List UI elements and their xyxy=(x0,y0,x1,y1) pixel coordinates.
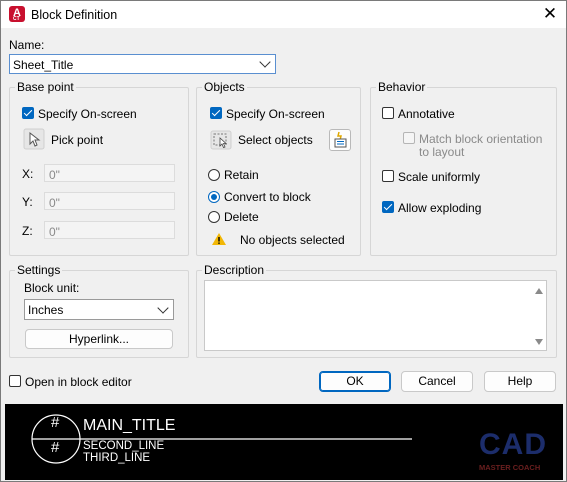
match-orientation-label-line1: Match block orientation xyxy=(419,132,543,146)
delete-label: Delete xyxy=(224,210,259,224)
close-icon[interactable]: ✕ xyxy=(540,4,560,24)
block-definition-dialog: A CT Block Definition ✕ Name: Sheet_Title… xyxy=(0,0,567,482)
pick-point-icon[interactable] xyxy=(23,128,45,150)
objects-title: Objects xyxy=(204,80,245,94)
z-label: Z: xyxy=(22,224,33,238)
retain-label: Retain xyxy=(224,168,259,182)
name-value: Sheet_Title xyxy=(13,58,74,72)
cancel-button[interactable]: Cancel xyxy=(401,371,473,392)
y-coordinate-field[interactable]: 0" xyxy=(44,192,175,210)
block-unit-select[interactable]: Inches xyxy=(24,299,174,320)
delete-radio[interactable] xyxy=(208,211,220,223)
name-combobox[interactable]: Sheet_Title xyxy=(9,54,276,74)
pick-point-label: Pick point xyxy=(51,133,104,147)
warning-icon xyxy=(211,232,227,246)
scroll-up-icon[interactable] xyxy=(535,288,543,294)
chevron-down-icon[interactable] xyxy=(157,302,169,314)
select-objects-icon[interactable] xyxy=(210,130,232,150)
z-coordinate-field[interactable]: 0" xyxy=(44,221,175,239)
quick-select-icon xyxy=(334,131,347,148)
annotative-checkbox[interactable] xyxy=(382,107,394,119)
select-objects-label: Select objects xyxy=(238,133,313,147)
scroll-down-icon[interactable] xyxy=(535,339,543,345)
convert-to-block-label: Convert to block xyxy=(224,190,311,204)
cad-master-coach-subtitle: MASTER COACH xyxy=(479,463,541,472)
objects-specify-onscreen-checkbox[interactable] xyxy=(210,107,222,119)
allow-exploding-checkbox[interactable] xyxy=(382,201,394,213)
help-button[interactable]: Help xyxy=(484,371,556,392)
scale-uniformly-checkbox[interactable] xyxy=(382,170,394,182)
behavior-title: Behavior xyxy=(378,80,426,94)
x-label: X: xyxy=(22,167,34,181)
allow-exploding-label: Allow exploding xyxy=(398,201,482,215)
block-preview: # # MAIN_TITLE SECOND_LINE THIRD_LINE CA… xyxy=(5,404,563,480)
base-point-title: Base point xyxy=(17,80,74,94)
y-label: Y: xyxy=(22,195,33,209)
settings-title: Settings xyxy=(17,263,61,277)
match-orientation-checkbox[interactable] xyxy=(403,132,415,144)
ok-button[interactable]: OK xyxy=(319,371,391,392)
objects-specify-onscreen-label: Specify On-screen xyxy=(226,107,325,121)
second-line-text: SECOND_LINE xyxy=(83,440,165,452)
open-in-block-editor-label: Open in block editor xyxy=(25,375,132,389)
annotative-label: Annotative xyxy=(398,107,455,121)
quick-select-button[interactable] xyxy=(329,129,351,151)
description-title: Description xyxy=(204,263,265,277)
x-coordinate-field[interactable]: 0" xyxy=(44,164,175,182)
base-point-specify-onscreen-checkbox[interactable] xyxy=(22,107,34,119)
sheet-number-hash-bottom: # xyxy=(51,439,60,456)
scale-uniformly-label: Scale uniformly xyxy=(398,170,481,184)
selection-status-text: No objects selected xyxy=(240,233,345,247)
open-in-block-editor-checkbox[interactable] xyxy=(9,375,21,387)
sheet-number-hash-top: # xyxy=(51,414,60,431)
window-title: Block Definition xyxy=(31,8,118,22)
main-title-text: MAIN_TITLE xyxy=(83,417,176,434)
match-orientation-label-line2: to layout xyxy=(419,145,465,159)
block-unit-label: Block unit: xyxy=(24,281,80,295)
base-point-specify-onscreen-label: Specify On-screen xyxy=(38,107,137,121)
title-bar: A CT Block Definition ✕ xyxy=(1,1,566,28)
cad-master-coach-logo: CAD xyxy=(479,428,547,461)
autocad-app-icon: A CT xyxy=(9,6,25,22)
hyperlink-button[interactable]: Hyperlink... xyxy=(25,329,173,349)
convert-to-block-radio[interactable] xyxy=(208,191,220,203)
third-line-text: THIRD_LINE xyxy=(83,452,151,464)
description-textarea[interactable] xyxy=(204,280,547,351)
description-scrollbar[interactable] xyxy=(532,281,546,350)
retain-radio[interactable] xyxy=(208,169,220,181)
name-label: Name: xyxy=(9,38,45,52)
block-unit-value: Inches xyxy=(28,303,64,317)
chevron-down-icon[interactable] xyxy=(259,56,271,68)
